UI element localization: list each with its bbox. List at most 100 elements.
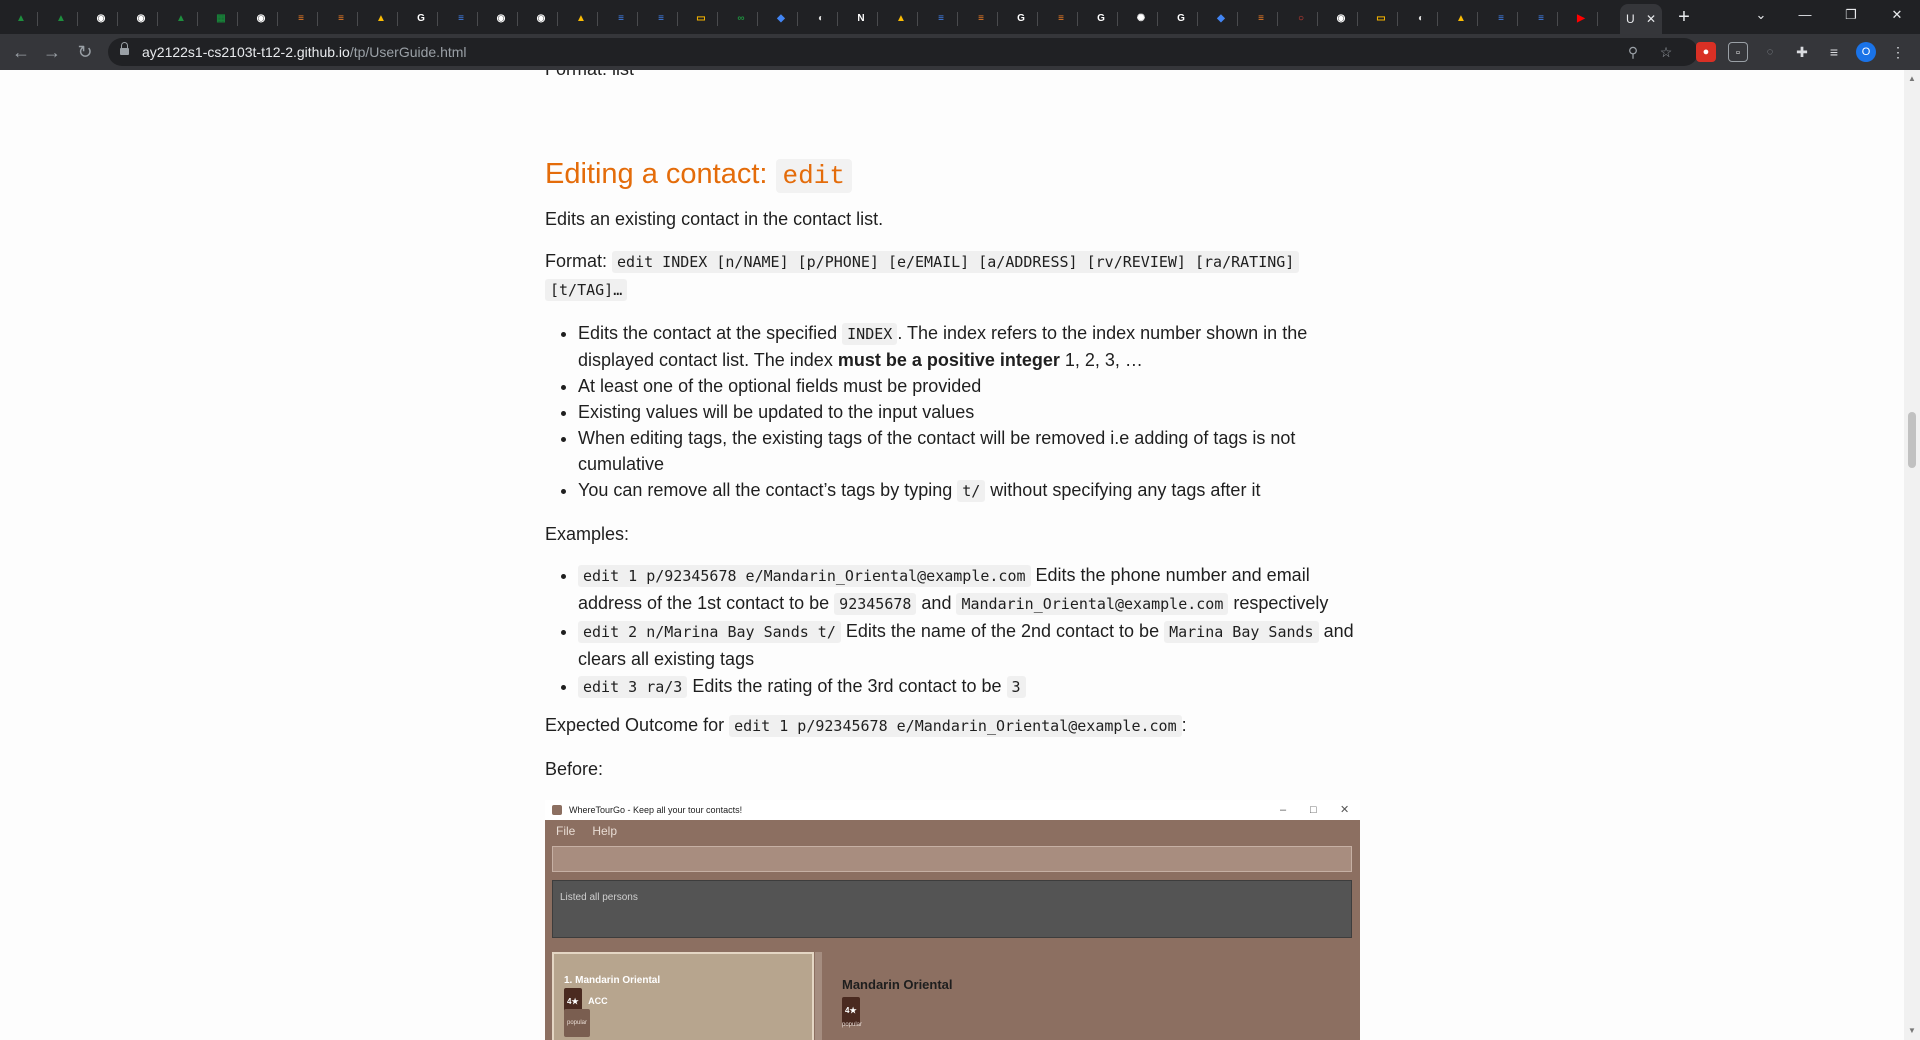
browser-tab[interactable]: ▦ (204, 5, 238, 32)
browser-tab[interactable]: ◉ (124, 5, 158, 32)
docs-icon: ≡ (1498, 13, 1504, 24)
browser-tab[interactable]: ▲ (364, 5, 398, 32)
openai-icon: ✺ (1136, 13, 1146, 24)
browser-tab[interactable]: ○ (1284, 5, 1318, 32)
extension-icon[interactable]: ● (1696, 42, 1716, 62)
list-item: edit 1 p/92345678 e/Mandarin_Oriental@ex… (578, 562, 1365, 618)
browser-tab[interactable]: ≡ (644, 5, 678, 32)
url-text[interactable]: ay2122s1-cs2103t-t12-2.github.io/tp/User… (142, 44, 467, 60)
app-detail-tag: popular (842, 1022, 863, 1028)
minimize-icon[interactable]: — (1782, 0, 1828, 30)
address-bar[interactable]: ay2122s1-cs2103t-t12-2.github.io/tp/User… (108, 38, 1698, 66)
browser-tab[interactable]: G (404, 5, 438, 32)
browser-tab[interactable]: ◆ (764, 5, 798, 32)
diamond-icon: ◆ (777, 13, 785, 24)
browser-tab[interactable]: ≡ (444, 5, 478, 32)
browser-tab[interactable]: ≡ (964, 5, 998, 32)
app-menu-file: File (556, 824, 576, 838)
active-tab[interactable]: U ✕ (1620, 4, 1662, 34)
browser-toolbar: ← → ↻ ay2122s1-cs2103t-t12-2.github.io/t… (0, 34, 1920, 70)
browser-tab[interactable]: ◆ (1204, 5, 1238, 32)
heading-code: edit (775, 159, 852, 193)
tab-search-icon[interactable]: ⌄ (1738, 0, 1784, 30)
docs-icon: ≡ (458, 13, 464, 24)
browser-tab[interactable]: ▲ (564, 5, 598, 32)
browser-tab[interactable]: ◉ (484, 5, 518, 32)
profile-avatar[interactable]: O (1856, 42, 1876, 62)
browser-tab[interactable]: ▲ (164, 5, 198, 32)
bookmark-star-icon[interactable]: ☆ (1656, 42, 1676, 62)
browser-tab[interactable]: ▲ (884, 5, 918, 32)
new-tab-button[interactable]: + (1672, 6, 1696, 30)
browser-tab[interactable]: ✺ (1124, 5, 1158, 32)
list-item: Existing values will be updated to the i… (578, 399, 1365, 425)
link-icon: ∞ (737, 13, 745, 24)
lock-icon[interactable] (120, 42, 129, 57)
browser-tab[interactable]: ≡ (1244, 5, 1278, 32)
browser-tab[interactable]: ▲ (4, 5, 38, 32)
close-window-icon[interactable]: ✕ (1874, 0, 1920, 30)
youtube-icon: ▶ (1577, 13, 1585, 24)
browser-tab[interactable]: ≡ (924, 5, 958, 32)
scroll-up-arrow-icon[interactable]: ▲ (1908, 74, 1916, 83)
scrollbar-thumb[interactable] (1908, 412, 1916, 468)
stackoverflow-icon: ≡ (338, 13, 344, 24)
browser-tab[interactable]: ▲ (1444, 5, 1478, 32)
app-result-display: Listed all persons (552, 880, 1352, 938)
browser-tab[interactable]: ◉ (1324, 5, 1358, 32)
list-item: edit 2 n/Marina Bay Sands t/ Edits the n… (578, 618, 1365, 673)
menu-kebab-icon[interactable]: ⋮ (1888, 42, 1908, 62)
restore-icon[interactable]: ❐ (1828, 0, 1874, 30)
browser-tab[interactable]: ≡ (284, 5, 318, 32)
google-icon: G (1017, 13, 1025, 24)
browser-tab[interactable]: ◉ (244, 5, 278, 32)
browser-tab[interactable]: ∞ (724, 5, 758, 32)
app-icon (552, 805, 562, 815)
close-tab-icon[interactable]: ✕ (1646, 12, 1656, 26)
browser-tab[interactable]: ◐ (1404, 5, 1438, 32)
edit-intro: Edits an existing contact in the contact… (545, 209, 884, 229)
scroll-down-arrow-icon[interactable]: ▼ (1908, 1026, 1916, 1035)
list-item: When editing tags, the existing tags of … (578, 425, 1365, 477)
browser-tab[interactable]: ≡ (1484, 5, 1518, 32)
back-icon[interactable]: ← (9, 40, 33, 64)
app-minimize-icon: – (1280, 804, 1287, 816)
browser-tab[interactable]: ◉ (84, 5, 118, 32)
zoom-icon[interactable]: ⚲ (1623, 42, 1643, 62)
extension-icon[interactable]: ▫ (1728, 42, 1748, 62)
browser-tab[interactable]: ≡ (324, 5, 358, 32)
browser-tab[interactable]: ▭ (684, 5, 718, 32)
browser-tab[interactable]: ▲ (44, 5, 78, 32)
browser-tab[interactable]: ≡ (604, 5, 638, 32)
app-command-box (552, 846, 1352, 872)
forward-icon[interactable]: → (40, 40, 64, 64)
browser-tab[interactable]: ◉ (524, 5, 558, 32)
app-title-bar: WhereTourGo - Keep all your tour contact… (545, 800, 1360, 820)
page-scrollbar[interactable]: ▲ ▼ (1904, 70, 1920, 1040)
previous-format-fragment: Format: list (545, 70, 634, 82)
page-viewport: Format: list Editing a contact: edit Edi… (0, 70, 1904, 1040)
format-line: Format: edit INDEX [n/NAME] [p/PHONE] [e… (545, 248, 1365, 304)
browser-tab[interactable]: N (844, 5, 878, 32)
browser-tab[interactable]: ▭ (1364, 5, 1398, 32)
browser-tab[interactable]: G (1084, 5, 1118, 32)
media-control-icon[interactable]: ≡ (1824, 42, 1844, 62)
github-icon: ◉ (1336, 13, 1346, 24)
stackoverflow-icon: ≡ (298, 13, 304, 24)
graduation-cap-icon: ▲ (16, 13, 26, 24)
reload-icon[interactable]: ↻ (73, 40, 97, 64)
extension-icon[interactable]: ◌ (1760, 42, 1780, 62)
browser-tab[interactable]: G (1164, 5, 1198, 32)
drive-icon: ▲ (376, 13, 386, 24)
globe-icon: ◐ (817, 13, 825, 24)
browser-tab[interactable]: ≡ (1524, 5, 1558, 32)
browser-tab[interactable]: G (1004, 5, 1038, 32)
browser-tab[interactable]: ◐ (804, 5, 838, 32)
app-card-type: ACC (588, 996, 608, 1006)
google-icon: G (1177, 13, 1185, 24)
stackoverflow-icon: ≡ (1058, 13, 1064, 24)
extensions-puzzle-icon[interactable]: ✚ (1792, 42, 1812, 62)
app-close-icon: ✕ (1340, 804, 1350, 816)
browser-tab[interactable]: ▶ (1564, 5, 1598, 32)
browser-tab[interactable]: ≡ (1044, 5, 1078, 32)
